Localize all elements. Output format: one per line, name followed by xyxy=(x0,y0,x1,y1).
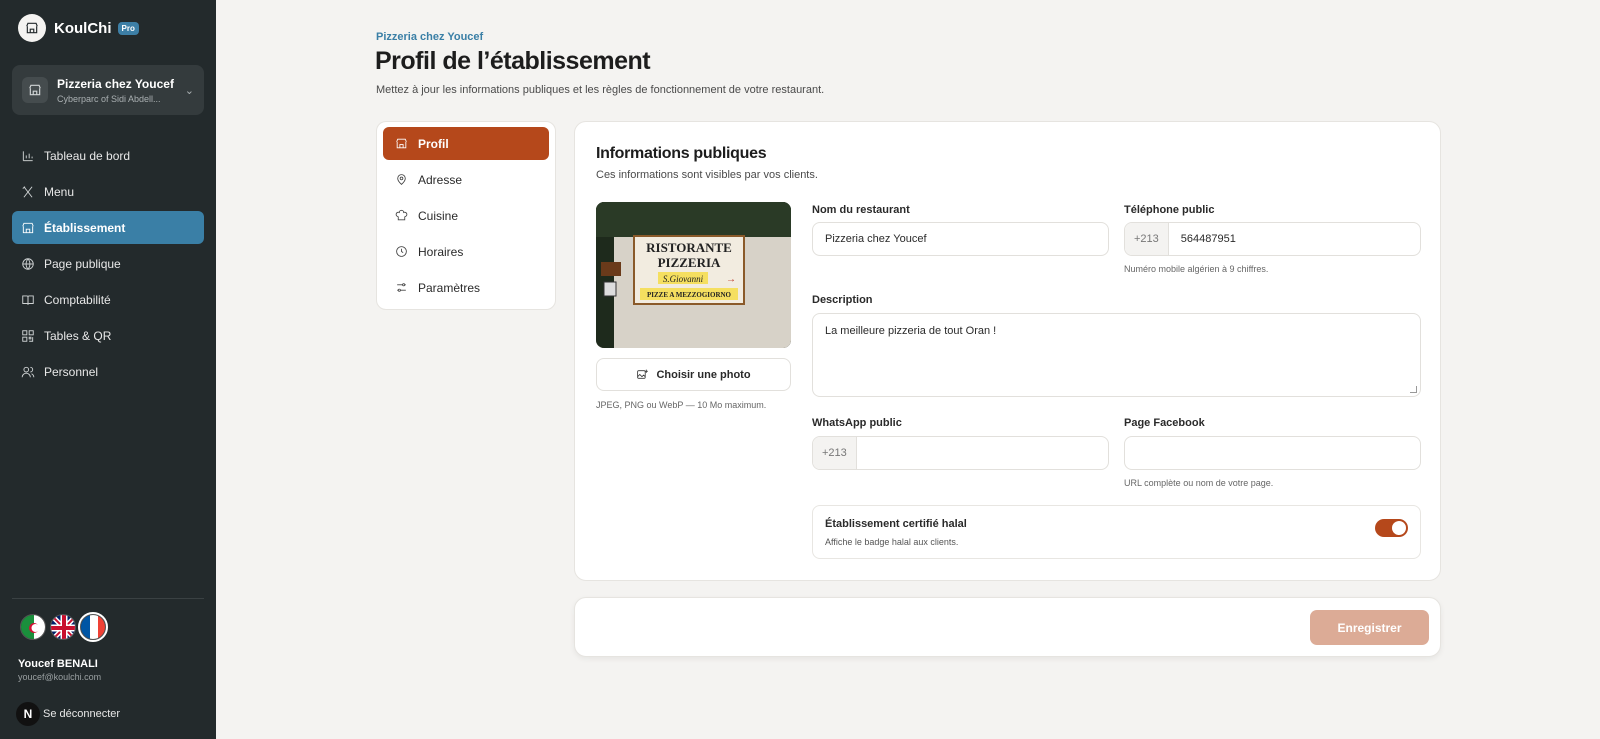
chevron-down-icon: ⌄ xyxy=(184,84,194,97)
restaurant-photo: RISTORANTE PIZZERIA S.Giovanni → PIZZE A… xyxy=(596,202,791,348)
sidebar-item-public-page[interactable]: Page publique xyxy=(12,247,204,280)
sliders-icon xyxy=(397,283,406,292)
france-flag-icon[interactable] xyxy=(78,612,108,642)
sidebar: KoulChi Pro Pizzeria chez Youcef Cyberpa… xyxy=(0,0,216,739)
subnav-item-label: Horaires xyxy=(418,244,464,259)
image-plus-icon xyxy=(637,369,649,379)
user-email: youcef@koulchi.com xyxy=(18,672,102,682)
qr-icon xyxy=(22,329,34,342)
sidebar-item-menu[interactable]: Menu xyxy=(12,175,204,208)
chef-hat-icon xyxy=(395,209,408,221)
sidebar-item-label: Page publique xyxy=(44,256,121,271)
choose-photo-label: Choisir une photo xyxy=(656,368,751,381)
sidebar-item-tables-qr[interactable]: Tables & QR xyxy=(12,319,204,352)
pin-icon xyxy=(397,174,406,185)
section-title: Informations publiques xyxy=(596,145,767,162)
subnav-item-label: Paramètres xyxy=(418,280,481,295)
subnav-item-cuisine[interactable]: Cuisine xyxy=(383,199,549,232)
whatsapp-input[interactable]: +213 xyxy=(812,436,1109,470)
toggle-knob xyxy=(1392,521,1406,535)
description-value: La meilleure pizzeria de tout Oran ! xyxy=(825,325,997,337)
phone-input[interactable]: +213 564487951 xyxy=(1124,222,1421,256)
page-subtitle: Mettez à jour les informations publiques… xyxy=(376,84,825,96)
chart-icon xyxy=(22,150,33,161)
facebook-label: Page Facebook xyxy=(1124,417,1205,429)
sidebar-item-label: Personnel xyxy=(44,364,99,379)
photo-sign-line3: S.Giovanni xyxy=(663,274,704,284)
photo-sign-line2: PIZZERIA xyxy=(658,255,721,270)
subnav-item-label: Cuisine xyxy=(418,208,459,223)
sidebar-item-label: Comptabilité xyxy=(44,292,111,307)
subnav-item-settings[interactable]: Paramètres xyxy=(383,271,549,304)
subnav-item-address[interactable]: Adresse xyxy=(383,163,549,196)
store-icon xyxy=(22,222,34,233)
halal-toggle[interactable] xyxy=(1375,519,1408,537)
facebook-input[interactable] xyxy=(1124,436,1421,470)
save-button[interactable]: Enregistrer xyxy=(1310,610,1429,645)
facebook-hint: URL complète ou nom de votre page. xyxy=(1124,478,1274,488)
store-logo-icon xyxy=(18,14,46,42)
algeria-flag-icon[interactable] xyxy=(20,614,46,640)
subnav-item-label: Profil xyxy=(418,136,449,151)
phone-prefix: +213 xyxy=(1125,223,1169,255)
logout-button[interactable]: N Se déconnecter xyxy=(16,702,120,726)
book-icon xyxy=(22,294,34,305)
clock-icon xyxy=(396,246,407,257)
photo-hint: JPEG, PNG ou WebP — 10 Mo maximum. xyxy=(596,400,767,410)
settings-subnav: Profil Adresse Cuisine Horaires Paramètr… xyxy=(376,121,556,310)
halal-subtitle: Affiche le badge halal aux clients. xyxy=(825,537,959,547)
store-icon xyxy=(22,77,48,103)
choose-photo-button[interactable]: Choisir une photo xyxy=(596,358,791,391)
whatsapp-prefix: +213 xyxy=(813,437,857,469)
halal-setting: Établissement certifié halal Affiche le … xyxy=(812,505,1421,559)
section-subtitle: Ces informations sont visibles par vos c… xyxy=(596,169,818,181)
restaurant-name-value: Pizzeria chez Youcef xyxy=(825,233,927,245)
sidebar-divider xyxy=(12,598,204,599)
sidebar-item-label: Tables & QR xyxy=(44,328,112,343)
brand-name: KoulChi xyxy=(54,19,112,37)
save-bar: Enregistrer xyxy=(574,597,1441,657)
page-title: Profil de l’établissement xyxy=(375,47,651,75)
avatar: N xyxy=(16,702,40,726)
establishment-name: Pizzeria chez Youcef xyxy=(57,76,174,91)
phone-hint: Numéro mobile algérien à 9 chiffres. xyxy=(1124,264,1269,274)
sidebar-item-establishment[interactable]: Établissement xyxy=(12,211,204,244)
whatsapp-label: WhatsApp public xyxy=(812,417,902,429)
photo-sign-line1: RISTORANTE xyxy=(646,240,732,255)
sidebar-item-label: Établissement xyxy=(44,220,126,235)
name-label: Nom du restaurant xyxy=(812,204,910,216)
sidebar-item-staff[interactable]: Personnel xyxy=(12,355,204,388)
breadcrumb: Pizzeria chez Youcef xyxy=(376,31,484,43)
sidebar-item-dashboard[interactable]: Tableau de bord xyxy=(12,139,204,172)
photo-sign-arrow: → xyxy=(726,274,736,285)
description-textarea[interactable]: La meilleure pizzeria de tout Oran ! xyxy=(812,313,1421,397)
sidebar-item-accounting[interactable]: Comptabilité xyxy=(12,283,204,316)
resize-handle-icon[interactable] xyxy=(1410,386,1417,393)
store-icon xyxy=(396,138,407,149)
pro-badge: Pro xyxy=(117,21,139,35)
phone-value: 564487951 xyxy=(1180,233,1236,245)
sidebar-nav: Tableau de bord Menu Établissement Page … xyxy=(12,139,204,391)
subnav-item-hours[interactable]: Horaires xyxy=(383,235,549,268)
establishment-location: Cyberparc of Sidi Abdell... xyxy=(57,93,161,104)
restaurant-name-input[interactable]: Pizzeria chez Youcef xyxy=(812,222,1109,256)
sidebar-item-label: Menu xyxy=(44,184,75,199)
logout-label: Se déconnecter xyxy=(43,708,121,720)
establishment-switcher[interactable]: Pizzeria chez Youcef Cyberparc of Sidi A… xyxy=(12,65,204,115)
subnav-item-label: Adresse xyxy=(418,172,463,187)
uk-flag-icon[interactable] xyxy=(50,614,76,640)
users-icon xyxy=(21,366,35,377)
halal-title: Établissement certifié halal xyxy=(825,518,967,530)
public-info-card: Informations publiques Ces informations … xyxy=(574,121,1441,581)
utensils-icon xyxy=(22,185,33,198)
globe-icon xyxy=(22,257,34,270)
subnav-item-profile[interactable]: Profil xyxy=(383,127,549,160)
phone-label: Téléphone public xyxy=(1124,204,1215,216)
sidebar-item-label: Tableau de bord xyxy=(44,148,131,163)
photo-sign-line4: PIZZE A MEZZOGIORNO xyxy=(647,291,732,299)
user-name: Youcef BENALI xyxy=(18,658,98,670)
description-label: Description xyxy=(812,294,873,306)
brand[interactable]: KoulChi Pro xyxy=(18,14,139,42)
language-switcher xyxy=(20,612,108,642)
